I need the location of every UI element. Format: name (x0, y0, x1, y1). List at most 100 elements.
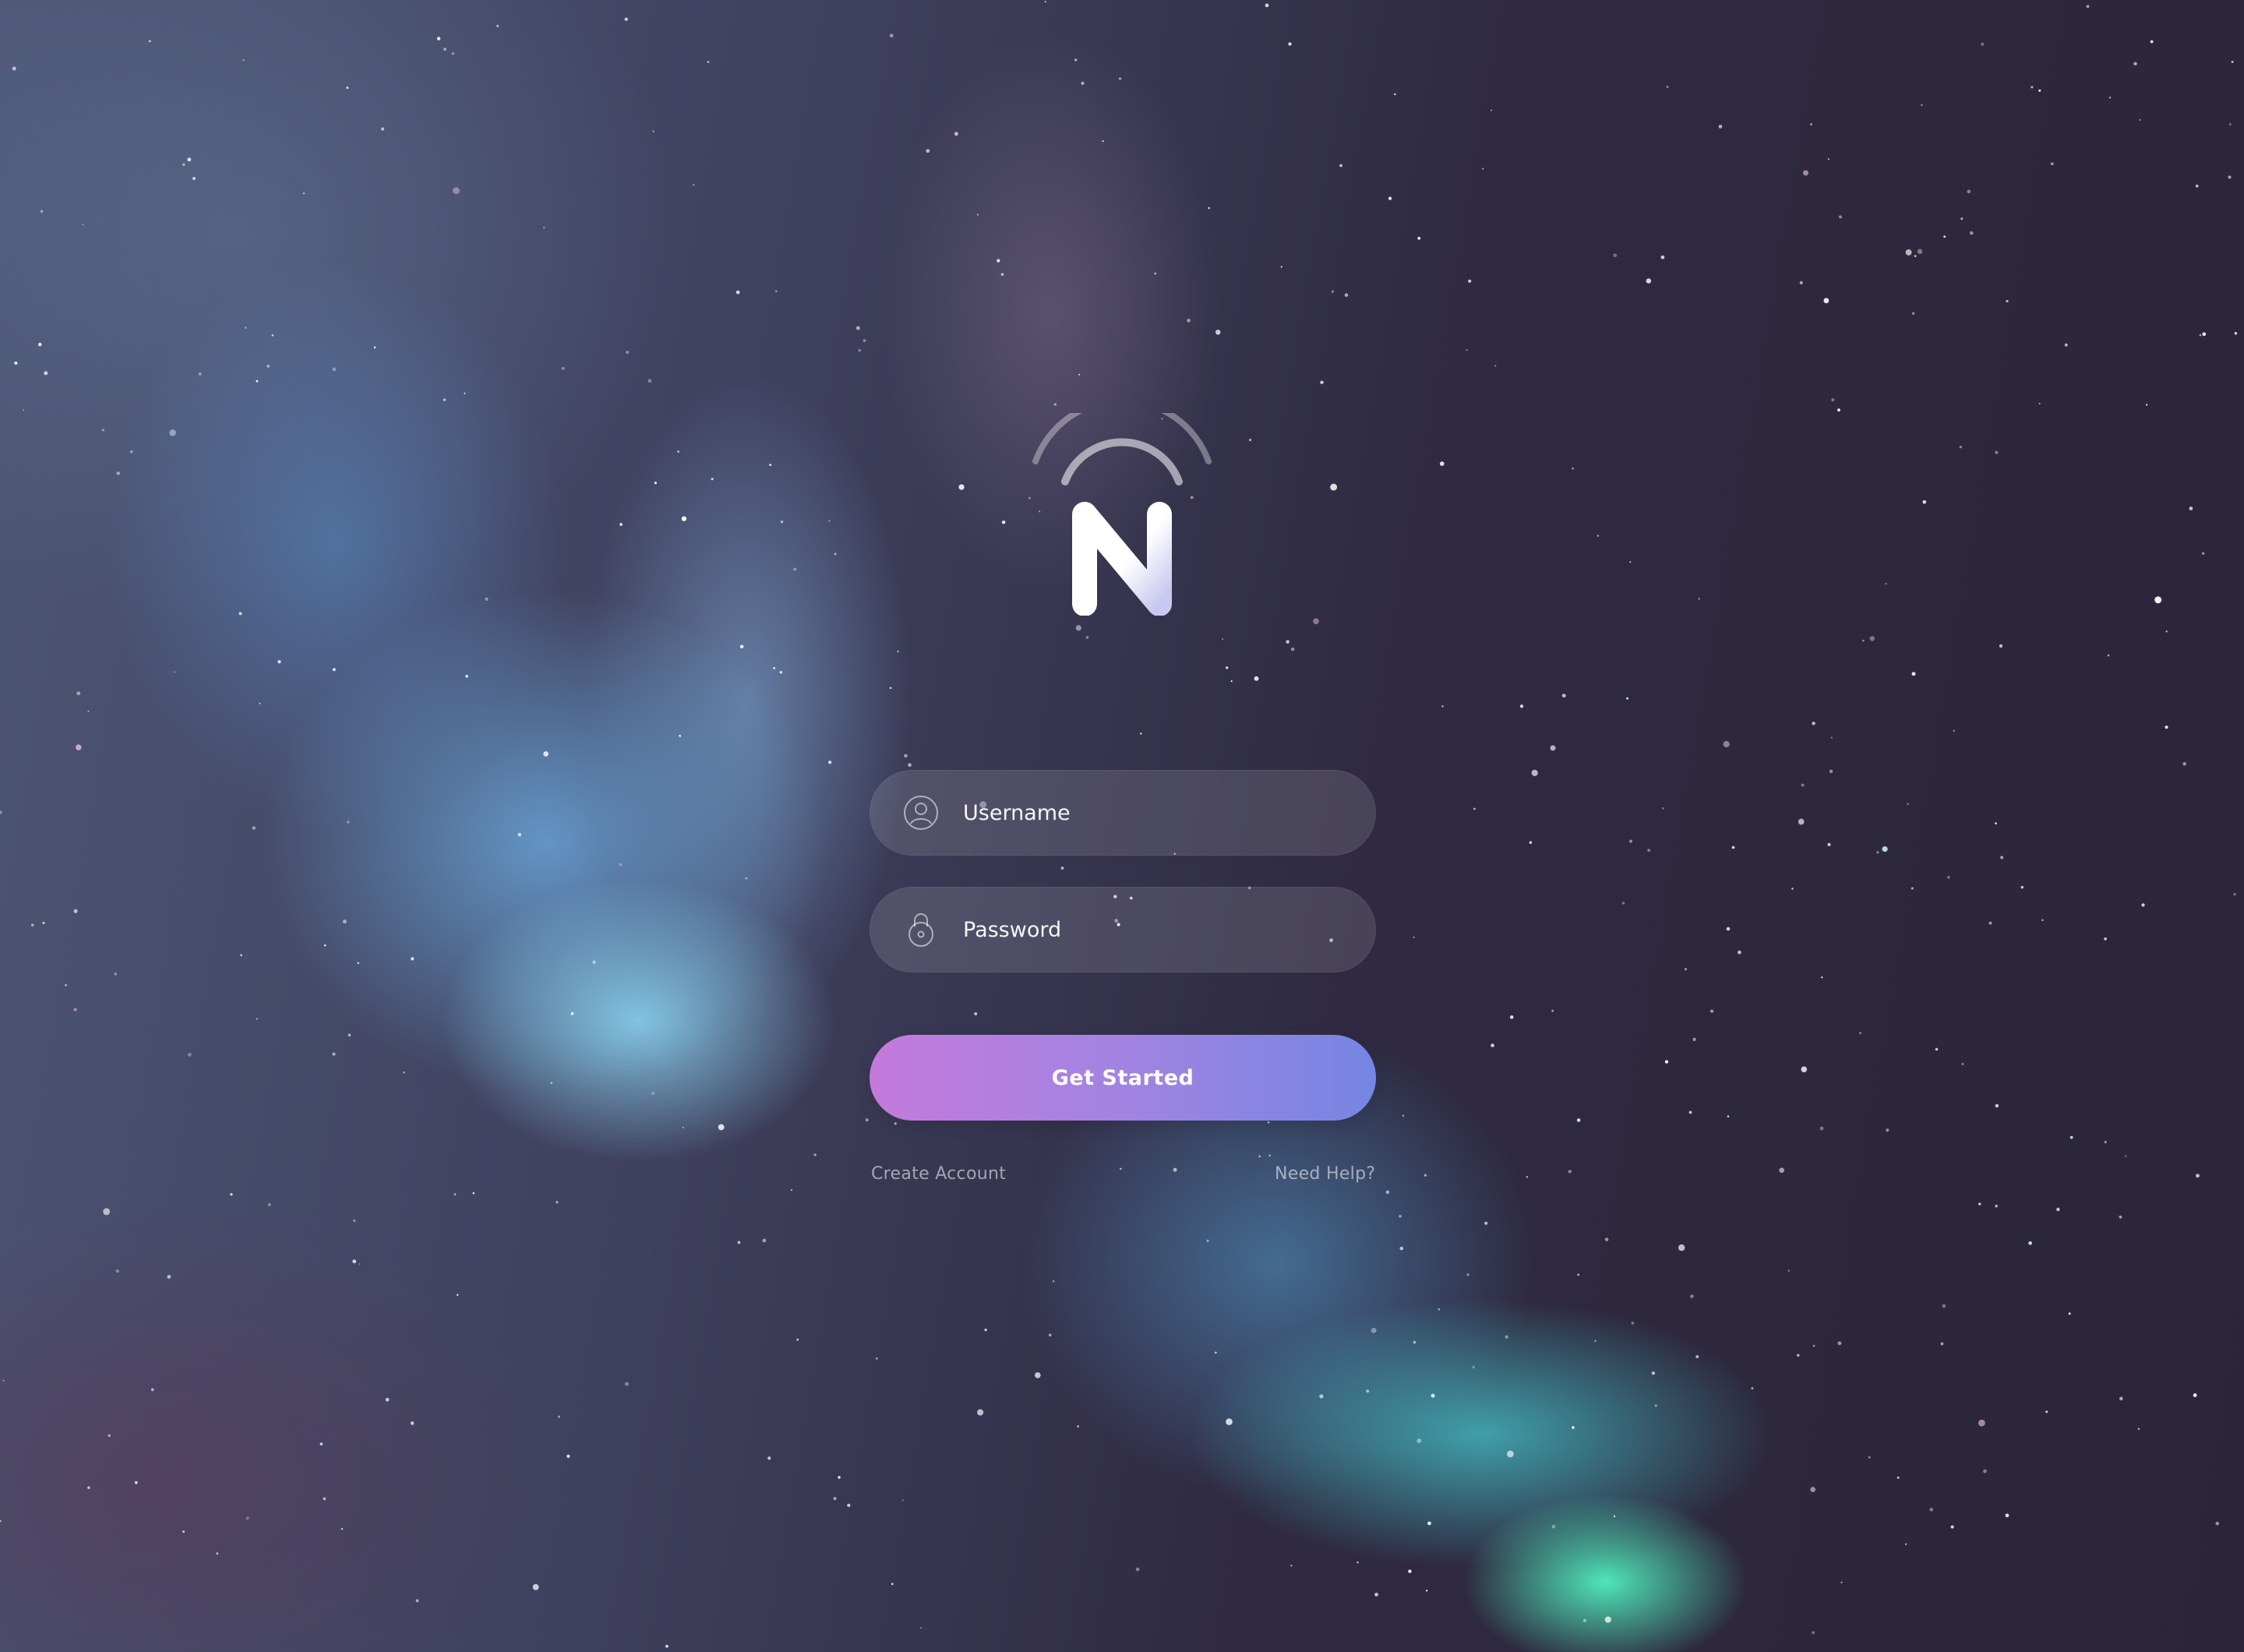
star (2165, 630, 2168, 633)
star (977, 1409, 984, 1416)
star (1983, 1469, 1987, 1474)
star (625, 1382, 629, 1386)
star (2038, 89, 2041, 92)
star (1290, 648, 1295, 651)
star (1654, 1404, 1657, 1407)
star (1821, 976, 1823, 979)
star (1621, 902, 1625, 905)
star (1531, 769, 1538, 777)
star (1970, 231, 1974, 235)
star (1823, 298, 1829, 304)
star (1960, 217, 1964, 221)
star (550, 1082, 552, 1084)
password-field[interactable] (870, 887, 1376, 972)
star (457, 1294, 459, 1297)
star (1876, 851, 1879, 854)
create-account-link[interactable]: Create Account (871, 1164, 1006, 1184)
star (453, 187, 460, 195)
star (865, 1118, 869, 1122)
star (1862, 639, 1865, 642)
star (1751, 1387, 1754, 1390)
star (411, 957, 415, 961)
star (736, 290, 740, 295)
star (1882, 846, 1888, 852)
star (532, 1583, 539, 1590)
star (745, 877, 748, 880)
star (958, 484, 965, 490)
app-logo (1032, 397, 1212, 616)
star (833, 1497, 837, 1501)
star (1568, 1170, 1572, 1174)
star (1399, 1215, 1402, 1218)
star (485, 597, 489, 601)
star (780, 521, 784, 524)
get-started-button[interactable]: Get Started (870, 1035, 1376, 1121)
star (357, 962, 359, 965)
star (1491, 1043, 1494, 1047)
star (38, 342, 42, 347)
star (1577, 1273, 1579, 1276)
star (2119, 1396, 2123, 1401)
star (2195, 184, 2199, 188)
star (1254, 676, 1259, 681)
star (652, 130, 654, 133)
star (926, 149, 930, 154)
star (718, 1124, 725, 1131)
star (1472, 1365, 1475, 1369)
star (2231, 60, 2234, 63)
star (1896, 1476, 1900, 1479)
star (451, 52, 455, 55)
star (87, 1486, 90, 1489)
star (1812, 1631, 1815, 1634)
star (557, 1415, 560, 1418)
star (1646, 278, 1652, 284)
star (1102, 139, 1104, 143)
star (681, 516, 687, 521)
star (1666, 85, 1669, 89)
star (543, 751, 549, 757)
star (737, 1241, 741, 1244)
n-signal-logo-icon (1032, 397, 1212, 616)
star (711, 478, 714, 481)
star (173, 671, 176, 673)
star (875, 1357, 878, 1360)
star (108, 1434, 111, 1438)
star (1424, 1174, 1427, 1177)
star (453, 1193, 457, 1195)
star (277, 660, 281, 664)
star (2068, 1312, 2071, 1315)
star (1494, 365, 1497, 367)
star (1576, 1118, 1581, 1122)
star (1550, 745, 1556, 751)
star (1425, 1590, 1428, 1592)
star (1187, 318, 1191, 323)
username-field[interactable] (870, 770, 1376, 856)
star (1904, 1543, 1907, 1545)
star (1572, 1426, 1575, 1429)
star (1803, 170, 1808, 176)
star (101, 429, 104, 432)
star (707, 61, 710, 63)
star (1604, 1616, 1611, 1623)
star (192, 176, 196, 181)
star (403, 1071, 405, 1074)
star (1402, 1114, 1405, 1117)
star (682, 1126, 684, 1129)
star (1417, 236, 1421, 240)
star (1831, 398, 1835, 402)
star (2154, 596, 2162, 604)
star (1438, 1308, 1441, 1311)
star (1226, 666, 1229, 669)
password-input[interactable] (963, 887, 1353, 972)
star (1268, 1154, 1272, 1157)
star (1466, 349, 1468, 351)
star (2199, 334, 2202, 337)
star (2228, 175, 2232, 179)
username-input[interactable] (963, 770, 1353, 856)
star (2133, 62, 2137, 66)
star (2182, 762, 2186, 766)
star (1075, 625, 1081, 631)
star (838, 1476, 841, 1479)
need-help-link[interactable]: Need Help? (1275, 1164, 1375, 1184)
star (1028, 496, 1031, 499)
